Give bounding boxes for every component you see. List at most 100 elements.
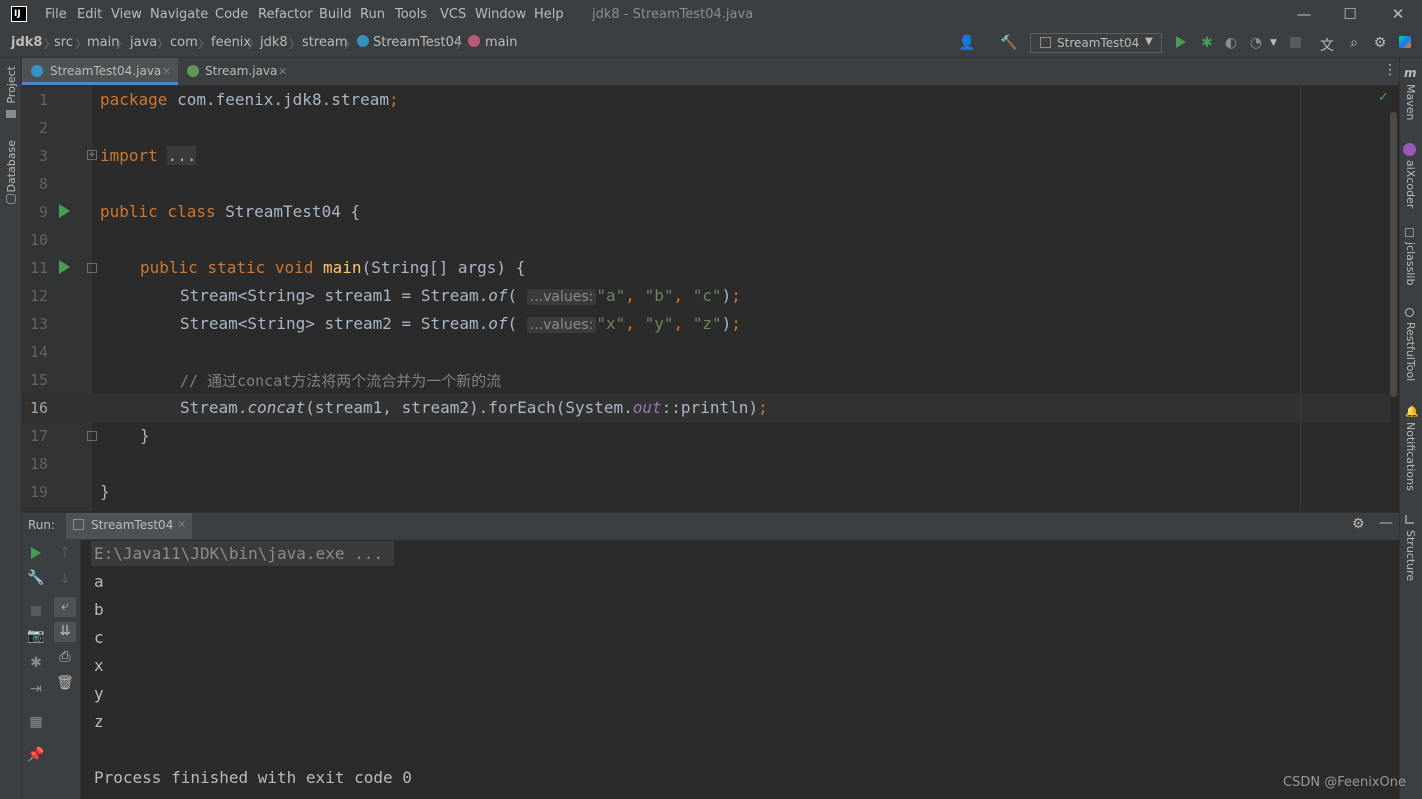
jclasslib-tool-button[interactable]: jclasslib [1404, 242, 1417, 285]
tab-stream[interactable]: Stream.java ✕ [178, 58, 294, 85]
arrow-down-icon[interactable]: ↓ [55, 571, 75, 587]
menu-view[interactable]: View [111, 7, 142, 22]
breadcrumb-stream[interactable]: stream [302, 35, 348, 50]
camera-icon[interactable]: 📷 [26, 628, 46, 644]
translate-icon[interactable]: 文 [1318, 35, 1336, 55]
console-exit-message: Process finished with exit code 0 [94, 768, 412, 787]
menu-code[interactable]: Code [215, 7, 248, 22]
run-class-gutter-icon[interactable] [59, 204, 70, 218]
user-icon[interactable]: 👤 [958, 35, 976, 51]
maven-icon: m [1404, 66, 1417, 80]
restfultool-tool-button[interactable]: RestfulTool [1404, 322, 1417, 381]
menu-file[interactable]: File [45, 7, 67, 22]
database-tool-button[interactable]: Database [5, 140, 18, 193]
trash-icon[interactable]: 🗑 [55, 675, 75, 691]
chevron-right-icon: 〉 [344, 37, 357, 51]
console-command[interactable]: E:\Java11\JDK\bin\java.exe ... [94, 544, 383, 563]
tab-streamtest04[interactable]: StreamTest04.java ✕ [22, 58, 178, 85]
close-tab-icon[interactable]: ✕ [162, 58, 171, 85]
string-literal: "b" [644, 286, 674, 305]
menu-edit[interactable]: Edit [77, 7, 102, 22]
import-fold-placeholder[interactable]: ... [167, 146, 197, 165]
breadcrumb-main[interactable]: main [87, 35, 119, 50]
breadcrumb-class[interactable]: StreamTest04 [373, 35, 462, 50]
breadcrumb-method[interactable]: main [485, 35, 517, 50]
chevron-right-icon: 〉 [289, 37, 302, 51]
stop-icon[interactable] [31, 606, 41, 616]
settings-gear-icon[interactable]: ⚙ [1371, 35, 1389, 51]
keyword: import [100, 146, 158, 165]
chevron-right-icon: 〉 [456, 37, 469, 51]
watermark: CSDN @FeenixOne [1283, 775, 1406, 790]
notifications-tool-button[interactable]: Notifications [1404, 422, 1417, 491]
aixcoder-tool-button[interactable]: aiXcoder [1404, 160, 1417, 208]
arrow-up-icon[interactable]: ↑ [55, 545, 75, 561]
string-literal: "c" [692, 286, 722, 305]
menu-navigate[interactable]: Navigate [150, 7, 208, 22]
tab-label: Stream.java [205, 64, 278, 78]
line-number: 9 [38, 203, 48, 221]
close-window-button[interactable]: ✕ [1388, 4, 1408, 24]
menu-vcs[interactable]: VCS [440, 7, 466, 22]
fold-collapse-icon[interactable] [87, 263, 97, 273]
line-number: 11 [29, 259, 48, 277]
breadcrumb-feenix[interactable]: feenix [211, 35, 251, 50]
minimize-panel-icon[interactable]: — [1379, 515, 1393, 531]
print-icon[interactable]: ⎙ [55, 649, 75, 665]
keyword: public class [100, 202, 216, 221]
maven-tool-button[interactable]: Maven [1404, 84, 1417, 120]
close-tab-icon[interactable]: ✕ [177, 518, 186, 531]
structure-tool-button[interactable]: Structure [1404, 530, 1417, 581]
menu-help[interactable]: Help [534, 7, 564, 22]
line-number: 15 [29, 371, 48, 389]
close-tab-icon[interactable]: ✕ [278, 58, 287, 85]
menu-tools[interactable]: Tools [395, 7, 427, 22]
layout-icon[interactable]: ▦ [26, 714, 46, 730]
project-tool-button[interactable]: Project [5, 66, 18, 104]
build-hammer-icon[interactable]: 🔨 [1000, 35, 1018, 51]
maximize-button[interactable]: ☐ [1340, 4, 1360, 24]
exit-icon[interactable]: ⇥ [26, 681, 46, 697]
menu-window[interactable]: Window [475, 7, 526, 22]
debug-bug-icon[interactable]: ✱ [26, 655, 46, 671]
settings-gear-icon[interactable]: ⚙ [1352, 516, 1365, 532]
breadcrumb-java[interactable]: java [130, 35, 157, 50]
menu-run[interactable]: Run [360, 7, 385, 22]
run-main-gutter-icon[interactable] [59, 260, 70, 274]
more-tabs-icon[interactable]: ⋮ [1383, 62, 1397, 78]
breadcrumb-jdk8[interactable]: jdk8 [260, 35, 288, 50]
chevron-right-icon: 〉 [75, 37, 88, 51]
code-line-9: public class StreamTest04 { [100, 202, 361, 221]
minimize-button[interactable]: — [1294, 4, 1314, 24]
intellij-logo-icon: IJ [11, 6, 27, 22]
breadcrumb-com[interactable]: com [170, 35, 198, 50]
fold-end-icon[interactable] [87, 431, 97, 441]
breadcrumb-src[interactable]: src [54, 35, 73, 50]
code-line-3: import ... [100, 146, 197, 165]
check-icon: ✓ [1378, 90, 1389, 105]
console-output[interactable] [81, 540, 1399, 799]
fold-expand-icon[interactable]: + [87, 150, 97, 160]
wrench-icon[interactable]: 🔧 [26, 570, 46, 586]
line-number-current: 16 [29, 399, 48, 417]
line-number: 10 [29, 231, 48, 249]
line-number: 19 [29, 483, 48, 501]
code-text: (stream1, stream2).forEach(System. [305, 398, 633, 417]
menu-build[interactable]: Build [319, 7, 352, 22]
search-icon[interactable]: ⌕ [1345, 35, 1363, 51]
rerun-icon[interactable] [31, 547, 41, 559]
stop-icon[interactable] [1290, 37, 1301, 48]
toolbox-icon[interactable] [1399, 36, 1411, 48]
profile-icon[interactable]: ◔ [1247, 35, 1265, 51]
debug-icon[interactable]: ✱ [1198, 35, 1216, 51]
chevron-down-icon[interactable]: ▼ [1270, 38, 1277, 48]
restfultool-icon [1405, 308, 1414, 317]
run-icon[interactable] [1176, 36, 1186, 48]
editor-scrollbar[interactable] [1390, 112, 1397, 397]
pin-icon[interactable]: 📌 [26, 747, 46, 763]
coverage-icon[interactable]: ◐ [1222, 35, 1240, 51]
breadcrumb-project[interactable]: jdk8 [11, 35, 42, 50]
menu-refactor[interactable]: Refactor [258, 7, 313, 22]
code-line-11: public static void main(String[] args) { [140, 258, 525, 277]
string-literal: "y" [644, 314, 674, 333]
